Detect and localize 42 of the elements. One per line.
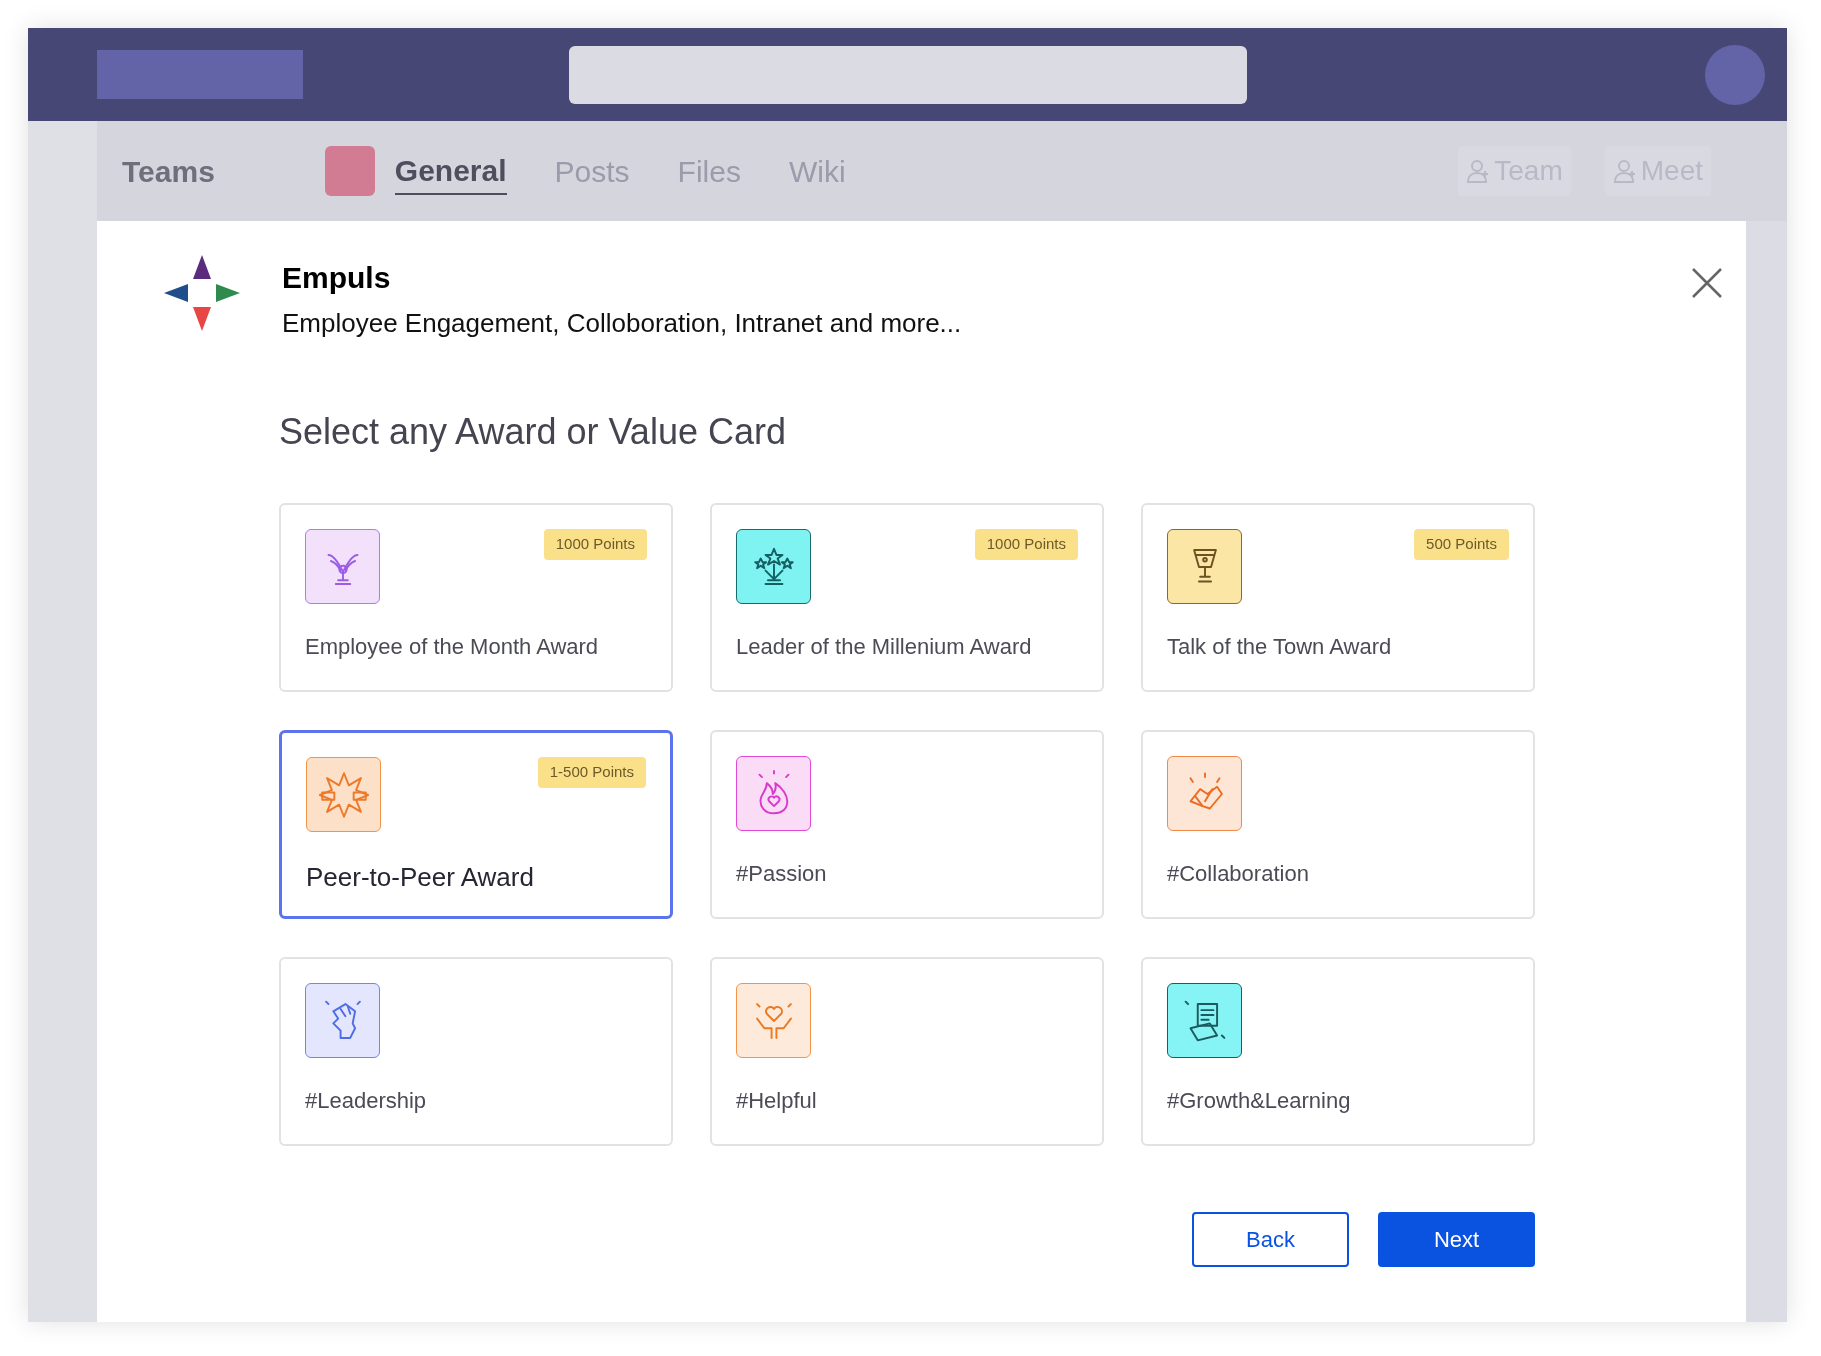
award-card[interactable]: #Passion (710, 730, 1104, 919)
award-icon (1167, 529, 1242, 604)
card-title: #Helpful (736, 1087, 818, 1115)
app-tagline: Employee Engagement, Colloboration, Intranet and more... (282, 307, 962, 340)
person-icon (1612, 158, 1637, 184)
award-card[interactable]: 1000 Points Leader of the Millenium Award (710, 503, 1104, 692)
close-icon (1691, 267, 1723, 299)
award-icon (736, 529, 811, 604)
points-badge: 500 Points (1414, 529, 1509, 560)
card-title: #Passion (736, 860, 828, 888)
award-icon (306, 757, 381, 832)
award-card[interactable]: 1-500 Points Peer-to-Peer Award (279, 730, 673, 919)
points-badge: 1000 Points (974, 529, 1078, 560)
award-icon (1167, 756, 1242, 831)
award-icon (736, 983, 811, 1058)
points-badge: 1-500 Points (537, 757, 646, 788)
award-icon (736, 756, 811, 831)
points-badge: 1000 Points (543, 529, 647, 560)
card-title: #Collaboration (1167, 860, 1310, 888)
card-title: Leader of the Millenium Award (736, 633, 1033, 661)
award-icon (305, 983, 380, 1058)
next-button[interactable]: Next (1378, 1212, 1535, 1267)
section-heading: Select any Award or Value Card (279, 410, 787, 454)
channel-name[interactable]: General (394, 147, 507, 195)
search-field[interactable] (569, 45, 1247, 104)
award-card[interactable]: #Growth&Learning (1141, 957, 1535, 1146)
card-title: #Growth&Learning (1167, 1087, 1352, 1115)
award-card[interactable]: 500 Points Talk of the Town Award (1141, 503, 1535, 692)
person-icon (1466, 158, 1491, 184)
award-icon (1167, 983, 1242, 1058)
award-icon (305, 529, 380, 604)
channel-avatar (324, 146, 375, 196)
award-card[interactable]: #Helpful (710, 957, 1104, 1146)
card-title: Employee of the Month Award (305, 633, 600, 661)
award-card[interactable]: #Collaboration (1141, 730, 1535, 919)
card-title: Peer-to-Peer Award (306, 861, 535, 894)
back-button[interactable]: Back (1192, 1212, 1349, 1267)
app-name: Empuls (282, 260, 392, 296)
card-title: #Leadership (305, 1087, 428, 1115)
award-card[interactable]: #Leadership (279, 957, 673, 1146)
card-title: Talk of the Town Award (1167, 633, 1393, 661)
award-card[interactable]: 1000 Points Employee of the Month Award (279, 503, 673, 692)
